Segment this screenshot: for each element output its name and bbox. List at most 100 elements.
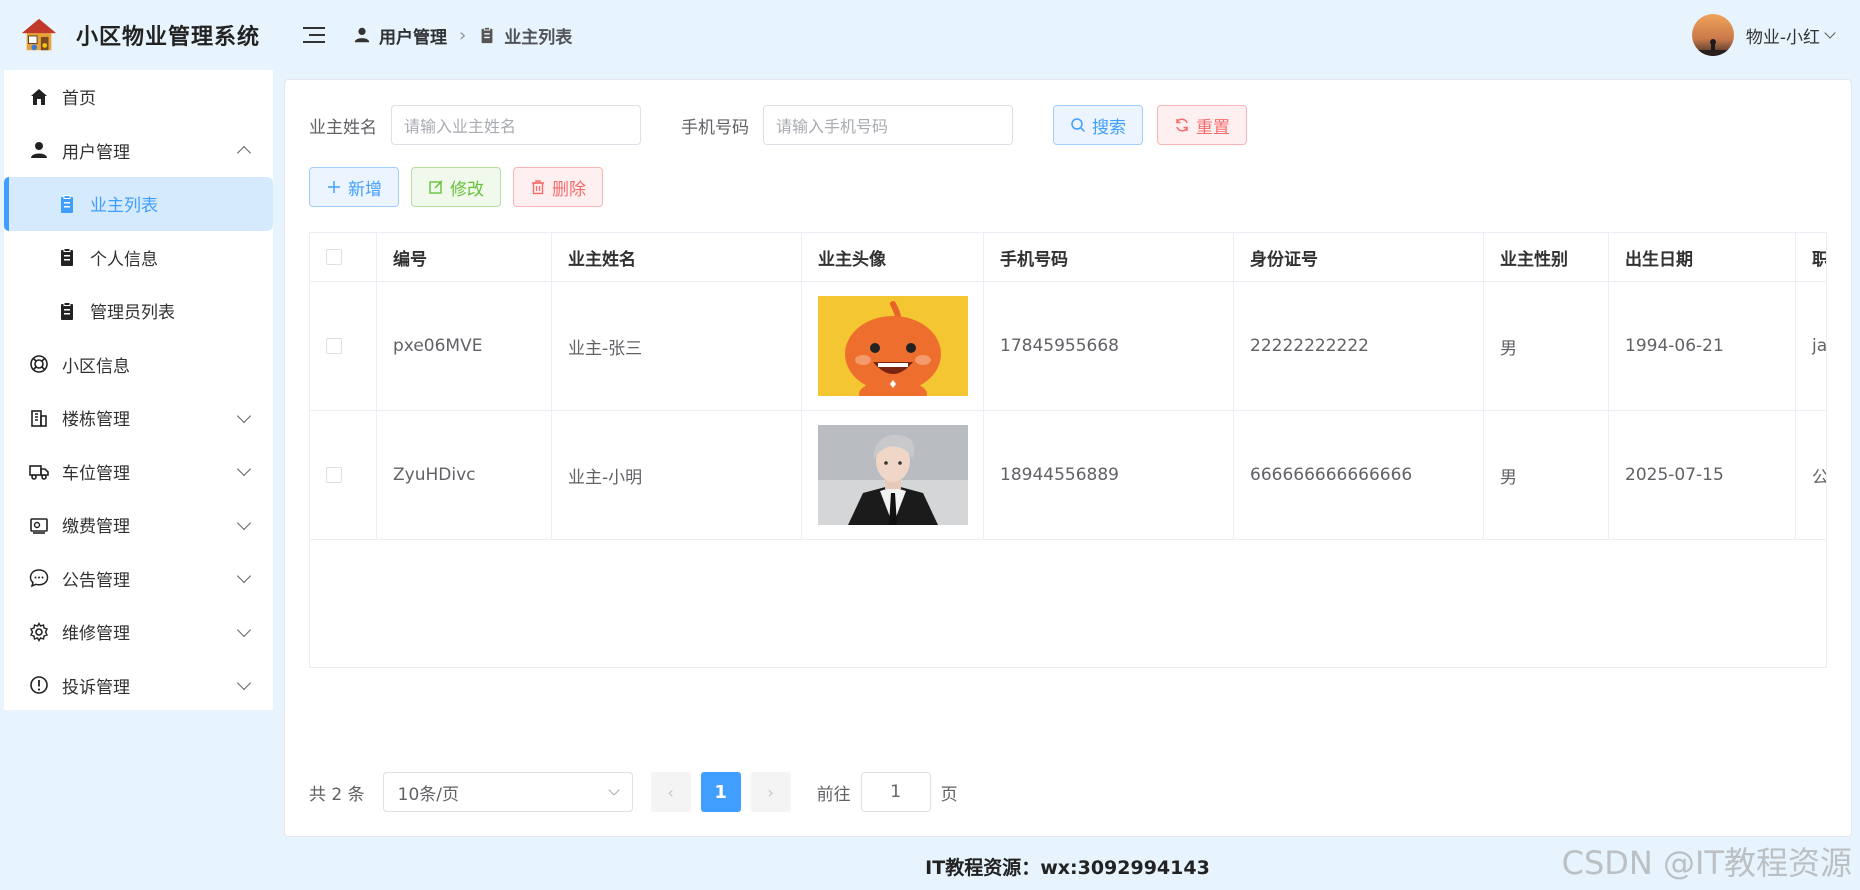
page-number-current[interactable]: 1 [700,772,741,812]
cell-avatar [802,282,984,410]
clipboard-icon [481,26,493,44]
menu-owner-list[interactable]: 业主列表 [4,177,273,231]
toolbar: 新增 修改 删除 [309,167,615,207]
user-icon [354,27,370,43]
menu-label: 投诉管理 [62,677,130,698]
refresh-icon [1176,118,1188,132]
chevron-left-icon: ‹ [667,782,674,802]
goto-suffix: 页 [940,784,958,805]
menu-building[interactable]: 楼栋管理 [4,391,273,445]
chevron-down-icon [607,784,620,796]
search-button-label: 搜索 [1092,117,1126,138]
cell-birth: 1994-06-21 [1609,282,1796,410]
side-menu: 首页 用户管理 业主列表 个人信息 管理员列表 小区信息 楼栋管理 车位管理 缴… [4,70,273,710]
chevron-right-icon: › [767,782,774,802]
owner-avatar-image[interactable] [818,296,968,396]
column-header[interactable]: 职 [1796,233,1826,281]
chevron-up-icon [236,146,252,161]
edit-button-label: 修改 [450,179,484,200]
menu-user-management[interactable]: 用户管理 [4,124,273,178]
menu-label: 维修管理 [62,624,130,645]
select-all-checkbox[interactable] [326,249,342,265]
cell-idcard: 22222222222 [1234,282,1484,410]
search-button[interactable]: 搜索 [1053,105,1143,145]
row-checkbox-cell [310,282,377,410]
row-checkbox[interactable] [326,338,342,354]
column-header[interactable]: 业主性别 [1484,233,1609,281]
menu-label: 小区信息 [62,356,130,377]
cell-id: pxe06MVE [377,282,552,410]
chevron-down-icon [236,569,252,584]
menu-community-info[interactable]: 小区信息 [4,338,273,392]
menu-repair[interactable]: 维修管理 [4,605,273,659]
column-header[interactable]: 手机号码 [984,233,1234,281]
add-button-label: 新增 [348,179,382,200]
plus-icon [328,181,340,193]
truck-icon [28,460,50,482]
owner-name-input[interactable]: 请输入业主姓名 [391,105,641,145]
owner-avatar-image[interactable] [818,425,968,525]
cell-avatar [802,411,984,539]
add-button[interactable]: 新增 [309,167,399,207]
page-size-select[interactable]: 10条/页 [382,772,633,812]
cell-gender: 男 [1484,282,1609,410]
column-header[interactable]: 身份证号 [1234,233,1484,281]
menu-label: 管理员列表 [90,303,175,324]
app-title: 小区物业管理系统 [76,25,261,50]
chevron-down-icon [236,462,252,477]
table-row[interactable]: pxe06MVE 业主-张三 17845955668 22222222222 男… [310,282,1826,411]
menu-label: 缴费管理 [62,517,130,538]
column-header[interactable]: 出生日期 [1609,233,1796,281]
trash-icon [532,180,544,195]
reset-button[interactable]: 重置 [1157,105,1247,145]
menu-admin-list[interactable]: 管理员列表 [4,284,273,338]
building-icon [28,407,50,429]
chevron-down-icon [236,408,252,423]
delete-button[interactable]: 删除 [513,167,603,207]
menu-label: 业主列表 [90,196,158,217]
menu-home[interactable]: 首页 [4,70,273,124]
cell-phone: 18944556889 [984,411,1234,539]
goto-prefix: 前往 [816,784,851,805]
prev-page-button[interactable]: ‹ [650,772,691,812]
owner-table: 编号 业主姓名 业主头像 手机号码 身份证号 业主性别 出生日期 职 pxe06… [309,232,1827,668]
breadcrumb-item[interactable]: 用户管理 [379,23,447,48]
goto-page-input[interactable]: 1 [860,772,931,812]
total-count: 共 2 条 [309,784,365,805]
next-page-button[interactable]: › [750,772,791,812]
chevron-down-icon [236,676,252,691]
edit-button[interactable]: 修改 [411,167,501,207]
column-header[interactable]: 编号 [377,233,552,281]
menu-notice[interactable]: 公告管理 [4,552,273,606]
menu-payment[interactable]: 缴费管理 [4,498,273,552]
table-row[interactable]: ZyuHDivc 业主-小明 18944556889 6666666666666… [310,411,1826,540]
menu-complaint[interactable]: 投诉管理 [4,659,273,713]
row-checkbox[interactable] [326,467,342,483]
cell-idcard: 666666666666666 [1234,411,1484,539]
pagination: 共 2 条 10条/页 ‹ 1 › 前往 1 页 [309,772,958,812]
brand: 小区物业管理系统 [0,0,275,70]
column-header[interactable]: 业主头像 [802,233,984,281]
lifebuoy-icon [28,353,50,375]
gear-icon [28,621,50,643]
phone-input[interactable]: 请输入手机号码 [763,105,1013,145]
cell-id: ZyuHDivc [377,411,552,539]
user-menu[interactable]: 物业-小红 [1691,14,1836,56]
avatar [1691,14,1734,56]
cell-name: 业主-小明 [552,411,802,539]
chevron-down-icon [236,515,252,530]
owner-name-placeholder: 请输入业主姓名 [404,117,517,136]
table-header-row: 编号 业主姓名 业主头像 手机号码 身份证号 业主性别 出生日期 职 [310,233,1826,282]
menu-label: 公告管理 [62,570,130,591]
collapse-menu-icon[interactable] [303,24,325,46]
menu-profile[interactable]: 个人信息 [4,231,273,285]
cell-job: 公 [1796,411,1826,539]
menu-label: 首页 [62,89,96,110]
chevron-down-icon [1824,27,1836,39]
cell-job: ja [1812,336,1827,356]
column-header[interactable]: 业主姓名 [552,233,802,281]
clipboard-icon [56,193,78,215]
menu-parking[interactable]: 车位管理 [4,445,273,499]
phone-label: 手机号码 [681,117,749,138]
sidebar: 小区物业管理系统 首页 用户管理 业主列表 个人信息 管理员列表 小区信息 楼栋… [0,0,275,890]
